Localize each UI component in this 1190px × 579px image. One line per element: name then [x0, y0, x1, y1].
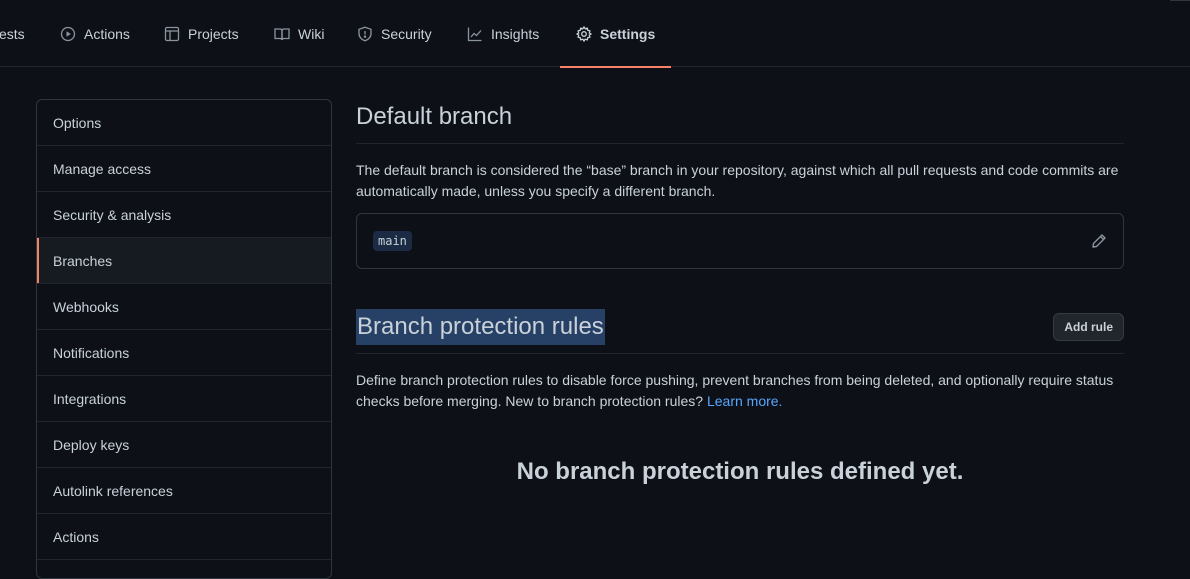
divider: [1170, 0, 1190, 1]
sidebar-item-label: Manage access: [53, 160, 152, 177]
tab-label: Security: [381, 25, 432, 42]
repo-nav: ests Actions Projects Wiki Security Insi…: [0, 0, 1190, 68]
protection-rules-header: Branch protection rules Add rule: [356, 309, 1124, 354]
section-title: Default branch: [356, 103, 513, 130]
sidebar-item-label: Actions: [53, 528, 99, 545]
sidebar-item-deploy-keys[interactable]: Deploy keys: [37, 422, 331, 468]
sidebar-item-autolink-references[interactable]: Autolink references: [37, 468, 331, 514]
sidebar-item-label: Integrations: [53, 390, 127, 407]
tab-label: Actions: [84, 25, 130, 42]
protection-description: Define branch protection rules to disabl…: [356, 370, 1124, 412]
sidebar-item-label: Security & analysis: [53, 206, 172, 223]
tab-insights[interactable]: Insights: [467, 0, 539, 67]
learn-more-link[interactable]: Learn more.: [707, 393, 782, 409]
sidebar-item-webhooks[interactable]: Webhooks: [37, 284, 331, 330]
tab-label: Settings: [600, 25, 656, 42]
sidebar-item-options[interactable]: Options: [37, 100, 331, 146]
add-rule-button[interactable]: Add rule: [1053, 313, 1124, 341]
settings-sidebar: Options Manage access Security & analysi…: [36, 99, 332, 579]
sidebar-item-branches[interactable]: Branches: [37, 238, 331, 284]
sidebar-item-security-analysis[interactable]: Security & analysis: [37, 192, 331, 238]
sidebar-item-label: Notifications: [53, 344, 130, 361]
tab-pull-requests[interactable]: ests: [0, 0, 25, 67]
shield-icon: [357, 26, 373, 42]
tab-security[interactable]: Security: [357, 0, 432, 67]
empty-state: No branch protection rules defined yet.: [516, 458, 964, 485]
book-icon: [274, 26, 290, 42]
default-branch-description: The default branch is considered the “ba…: [356, 162, 1119, 199]
tab-projects[interactable]: Projects: [164, 0, 239, 67]
sidebar-item-actions[interactable]: Actions: [37, 514, 331, 560]
sidebar-item-label: Options: [53, 114, 102, 131]
section-title: Branch protection rules: [356, 309, 605, 345]
graph-icon: [467, 26, 483, 42]
tab-label: Insights: [491, 25, 540, 42]
gear-icon: [576, 25, 592, 42]
tab-settings[interactable]: Settings: [559, 0, 672, 68]
default-branch-box: main: [356, 213, 1124, 269]
sidebar-item-integrations[interactable]: Integrations: [37, 376, 331, 422]
sidebar-item-manage-access[interactable]: Manage access: [37, 146, 331, 192]
tab-actions[interactable]: Actions: [60, 0, 130, 67]
tab-wiki[interactable]: Wiki: [274, 0, 324, 67]
tab-label: ests: [0, 25, 25, 42]
tab-label: Projects: [188, 25, 239, 42]
tab-label: Wiki: [298, 25, 325, 42]
branches-settings: Default branch The default branch is con…: [356, 99, 1124, 486]
sidebar-item-label: Branches: [53, 252, 113, 269]
sidebar-item-label: Autolink references: [53, 482, 173, 499]
project-icon: [164, 26, 180, 42]
branch-name: main: [373, 231, 412, 251]
sidebar-item-label: Deploy keys: [53, 436, 130, 453]
play-icon: [60, 26, 76, 42]
default-branch-header: Default branch: [356, 99, 1124, 144]
pencil-icon[interactable]: [1091, 233, 1107, 249]
sidebar-item-label: Webhooks: [53, 298, 119, 315]
sidebar-item-notifications[interactable]: Notifications: [37, 330, 331, 376]
